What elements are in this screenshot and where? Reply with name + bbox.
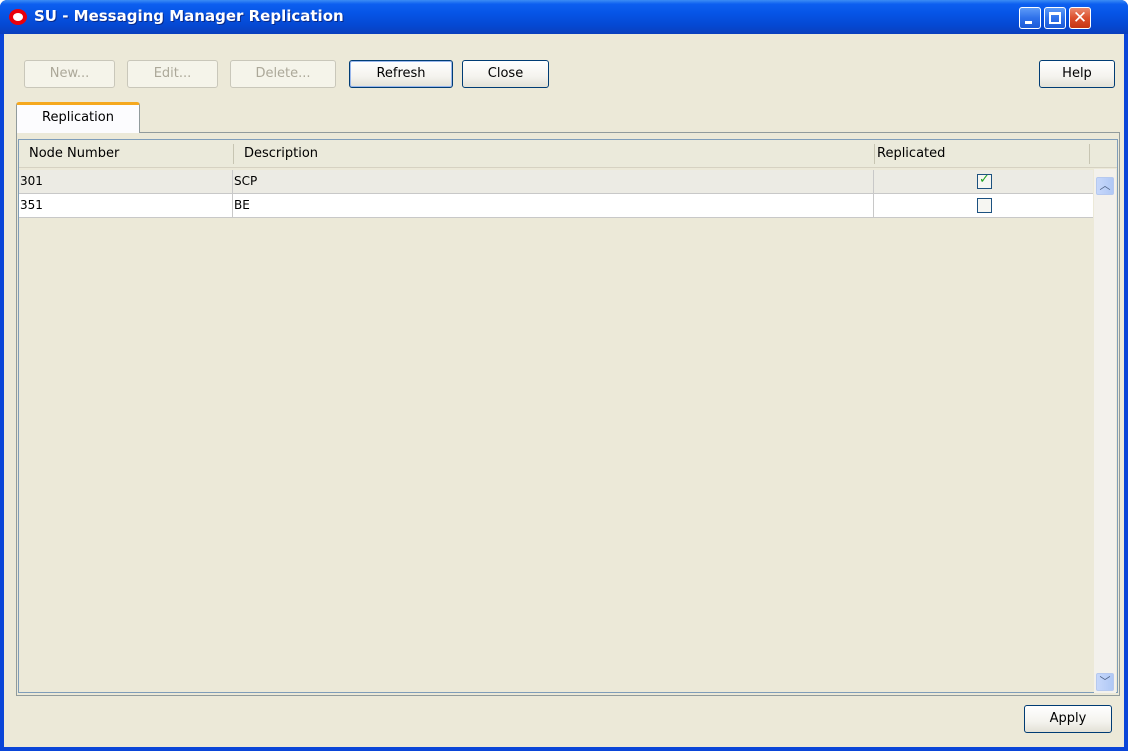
column-header-replicated[interactable]: Replicated bbox=[875, 140, 1089, 168]
column-header-description[interactable]: Description bbox=[234, 140, 874, 168]
cell-node-number: 301 bbox=[19, 170, 233, 193]
cell-node-number: 351 bbox=[19, 194, 233, 217]
column-header-node-number[interactable]: Node Number bbox=[19, 140, 233, 168]
apply-button[interactable]: Apply bbox=[1024, 705, 1112, 733]
window-title: SU - Messaging Manager Replication bbox=[34, 7, 344, 25]
minimize-icon bbox=[1025, 21, 1032, 24]
delete-button[interactable]: Delete... bbox=[230, 60, 336, 88]
chevron-up-icon[interactable]: ︿ bbox=[1096, 177, 1114, 195]
table-header: Node Number Description Replicated bbox=[19, 140, 1117, 168]
replication-table: Node Number Description Replicated 301 S… bbox=[18, 139, 1118, 693]
close-button[interactable]: Close bbox=[462, 60, 549, 88]
cell-description: BE bbox=[233, 194, 874, 217]
maximize-icon bbox=[1049, 12, 1061, 24]
new-button[interactable]: New... bbox=[24, 60, 115, 88]
chevron-down-icon[interactable]: ﹀ bbox=[1096, 673, 1114, 691]
cell-description: SCP bbox=[233, 170, 874, 193]
table-row[interactable]: 301 SCP ✓ bbox=[19, 170, 1093, 194]
help-button[interactable]: Help bbox=[1039, 60, 1115, 88]
vertical-scrollbar[interactable]: ︿ ﹀ bbox=[1094, 169, 1116, 693]
maximize-button[interactable] bbox=[1044, 7, 1066, 29]
column-divider[interactable] bbox=[1089, 144, 1090, 164]
edit-button[interactable]: Edit... bbox=[127, 60, 218, 88]
replicated-checkbox[interactable] bbox=[977, 198, 992, 213]
minimize-button[interactable] bbox=[1019, 7, 1041, 29]
replicated-checkbox[interactable]: ✓ bbox=[977, 172, 992, 189]
app-window: SU - Messaging Manager Replication ✕ New… bbox=[0, 0, 1128, 751]
tab-replication[interactable]: Replication bbox=[16, 102, 140, 133]
check-icon: ✓ bbox=[979, 172, 990, 187]
close-icon: ✕ bbox=[1072, 8, 1088, 28]
title-bar[interactable]: SU - Messaging Manager Replication ✕ bbox=[0, 0, 1128, 34]
window-client-area: New... Edit... Delete... Refresh Close H… bbox=[4, 34, 1124, 747]
refresh-button[interactable]: Refresh bbox=[349, 60, 453, 88]
table-row[interactable]: 351 BE bbox=[19, 194, 1093, 218]
close-window-button[interactable]: ✕ bbox=[1069, 7, 1091, 29]
oracle-logo-icon bbox=[9, 9, 27, 25]
